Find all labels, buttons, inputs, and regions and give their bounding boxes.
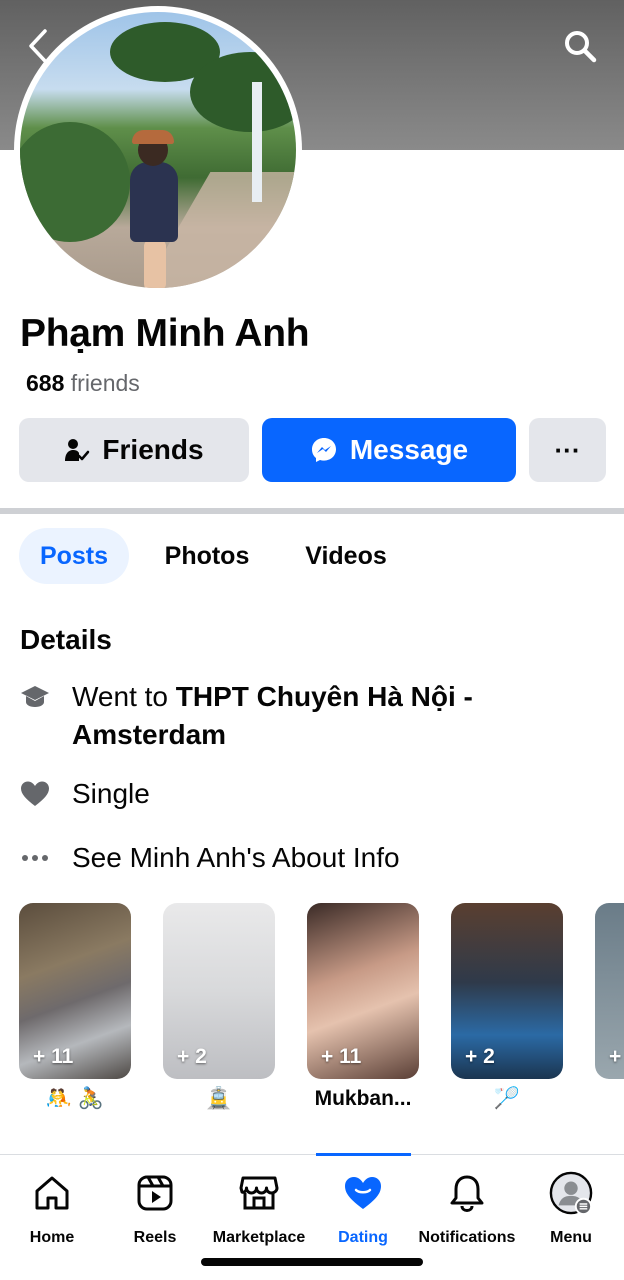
heart-icon xyxy=(341,1171,385,1215)
highlight-thumbnail: + 11 xyxy=(19,903,131,1079)
graduation-cap-icon xyxy=(20,678,50,716)
highlight-count: + 2 xyxy=(177,1045,207,1068)
nav-dating[interactable]: Dating xyxy=(308,1171,418,1247)
friends-count-label: friends xyxy=(70,370,140,396)
highlight-label: Mukban... xyxy=(314,1087,412,1110)
profile-name: Phạm Minh Anh xyxy=(20,312,310,355)
avatar-menu-icon xyxy=(549,1171,593,1215)
friends-count[interactable]: 688 friends xyxy=(26,370,140,397)
nav-label: Menu xyxy=(550,1229,592,1246)
ellipsis-icon xyxy=(20,839,50,877)
active-tab-indicator xyxy=(316,1153,411,1156)
nav-marketplace[interactable]: Marketplace xyxy=(204,1171,314,1247)
highlight-item[interactable]: + 2 🏸 xyxy=(451,903,563,1113)
highlight-thumbnail: + 2 xyxy=(163,903,275,1079)
section-divider xyxy=(0,508,624,514)
message-button[interactable]: Message xyxy=(262,418,516,482)
more-options-button[interactable]: ··· xyxy=(529,418,606,482)
highlight-count: + 2 xyxy=(465,1045,495,1068)
marketplace-icon xyxy=(237,1171,281,1215)
nav-label: Marketplace xyxy=(212,1229,306,1246)
about-link-text: See Minh Anh's About Info xyxy=(72,842,400,873)
home-icon xyxy=(30,1171,74,1215)
search-button[interactable] xyxy=(560,26,600,66)
highlight-item[interactable]: + 2 🚊 xyxy=(163,903,275,1113)
highlight-thumbnail: + 2 xyxy=(451,903,563,1079)
detail-relationship: Single xyxy=(20,775,150,813)
education-prefix: Went to xyxy=(72,681,176,712)
highlight-label xyxy=(595,1087,624,1113)
featured-highlights: + 11 🤼 🚴 + 2 🚊 + 11 Mukban... + 2 🏸 + xyxy=(19,903,624,1123)
highlight-count: + xyxy=(609,1045,622,1068)
nav-menu[interactable]: Menu xyxy=(516,1171,624,1247)
details-heading: Details xyxy=(20,624,112,655)
education-text: Went to THPT Chuyên Hà Nội - Amsterdam xyxy=(72,678,580,754)
reels-icon xyxy=(133,1171,177,1215)
highlight-label: 🏸 xyxy=(493,1087,521,1110)
more-dots-icon: ··· xyxy=(554,434,581,465)
search-icon xyxy=(565,31,597,63)
messenger-icon xyxy=(311,438,336,462)
nav-label: Dating xyxy=(338,1229,388,1246)
tab-videos[interactable]: Videos xyxy=(285,528,407,584)
highlight-count: + 11 xyxy=(321,1045,362,1068)
nav-home[interactable]: Home xyxy=(0,1171,107,1247)
bell-icon xyxy=(445,1171,489,1215)
nav-label: Notifications xyxy=(418,1229,516,1246)
highlight-thumbnail: + 11 xyxy=(307,903,419,1079)
highlight-count: + 11 xyxy=(33,1045,74,1068)
nav-notifications[interactable]: Notifications xyxy=(412,1171,522,1247)
highlight-item[interactable]: + xyxy=(595,903,624,1113)
nav-reels[interactable]: Reels xyxy=(100,1171,210,1247)
detail-education: Went to THPT Chuyên Hà Nội - Amsterdam xyxy=(20,678,580,754)
friends-check-icon xyxy=(65,439,90,461)
detail-about-link[interactable]: See Minh Anh's About Info xyxy=(20,839,400,877)
profile-photo-image xyxy=(20,12,296,288)
nav-label: Reels xyxy=(133,1229,177,1246)
home-indicator xyxy=(201,1258,423,1266)
highlight-item[interactable]: + 11 🤼 🚴 xyxy=(19,903,131,1113)
highlight-thumbnail: + xyxy=(595,903,624,1079)
profile-picture[interactable] xyxy=(14,6,302,294)
highlight-label: 🤼 🚴 xyxy=(45,1087,105,1110)
friends-button-label: Friends xyxy=(102,434,204,465)
heart-icon xyxy=(20,775,50,813)
highlight-item[interactable]: + 11 Mukban... xyxy=(307,903,419,1113)
relationship-text: Single xyxy=(72,778,150,809)
friends-button[interactable]: Friends xyxy=(19,418,249,482)
tab-photos[interactable]: Photos xyxy=(146,528,268,584)
message-button-label: Message xyxy=(349,434,469,465)
friends-count-number: 688 xyxy=(26,370,65,396)
tab-posts[interactable]: Posts xyxy=(19,528,129,584)
highlight-label: 🚊 xyxy=(205,1087,233,1110)
nav-label: Home xyxy=(29,1229,75,1246)
